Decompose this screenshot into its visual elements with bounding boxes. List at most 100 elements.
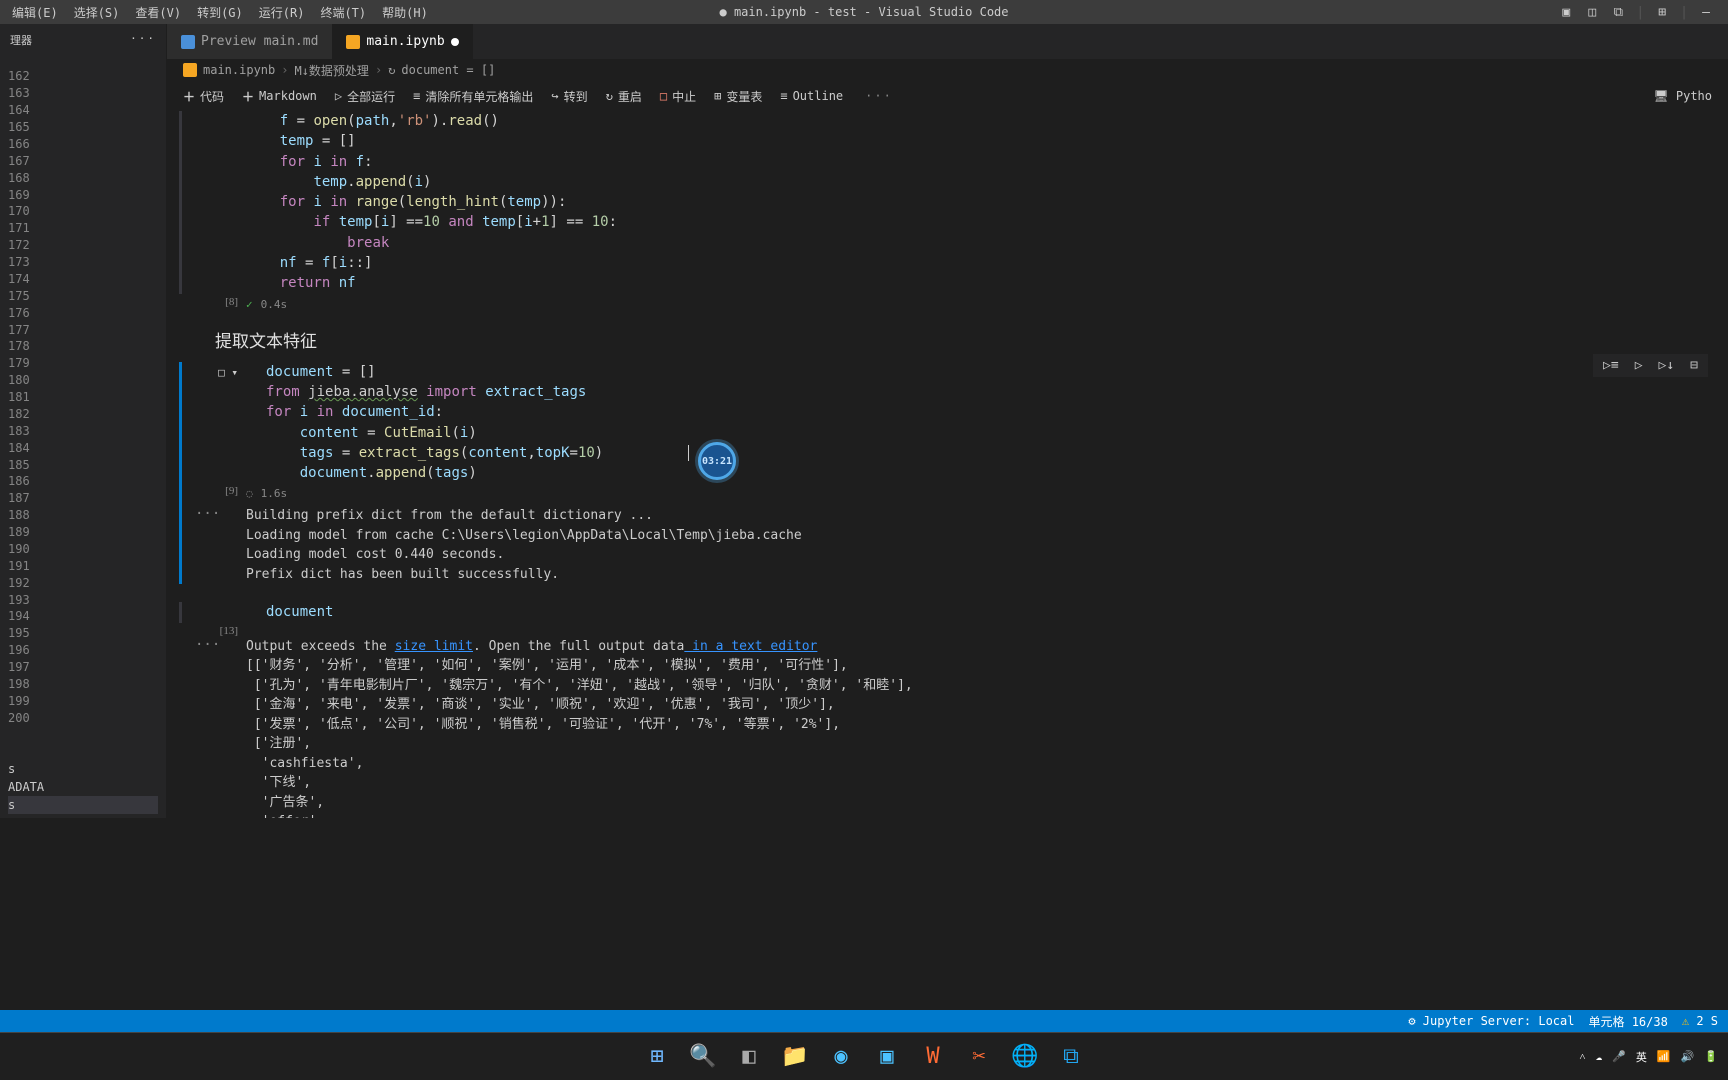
tencent-icon[interactable]: ▣ xyxy=(867,1037,907,1077)
line-number[interactable]: 164 xyxy=(4,102,166,119)
menu-run[interactable]: 运行(R) xyxy=(251,1,313,24)
line-number[interactable]: 191 xyxy=(4,557,166,574)
size-limit-link[interactable]: size limit xyxy=(395,639,473,654)
line-number[interactable]: 196 xyxy=(4,642,166,659)
line-number[interactable]: 171 xyxy=(4,220,166,237)
menu-view[interactable]: 查看(V) xyxy=(127,1,189,24)
line-number[interactable]: 162 xyxy=(4,68,166,85)
line-number[interactable]: 195 xyxy=(4,625,166,642)
edge-browser-icon[interactable]: 🌐 xyxy=(1005,1037,1045,1077)
line-number[interactable]: 200 xyxy=(4,709,166,726)
wps-icon[interactable]: W xyxy=(913,1037,953,1077)
menu-help[interactable]: 帮助(H) xyxy=(374,1,436,24)
outline-button[interactable]: ≡Outline xyxy=(780,89,843,103)
line-number[interactable]: 187 xyxy=(4,490,166,507)
text-editor-link[interactable]: in a text editor xyxy=(684,639,817,654)
menu-select[interactable]: 选择(S) xyxy=(66,1,128,24)
split-icon[interactable]: ⧉ xyxy=(1610,4,1626,20)
task-view-button[interactable]: ◧ xyxy=(729,1037,769,1077)
line-number[interactable]: 190 xyxy=(4,541,166,558)
line-number[interactable]: 193 xyxy=(4,591,166,608)
network-icon[interactable]: 📶 xyxy=(1657,1050,1671,1063)
code-cell-1[interactable]: f = open(path,'rb').read() temp = [] for… xyxy=(246,111,1728,294)
explorer-icon[interactable]: 📁 xyxy=(775,1037,815,1077)
line-number[interactable]: 173 xyxy=(4,254,166,271)
line-number[interactable]: 174 xyxy=(4,271,166,288)
split-cell-icon[interactable]: ⊟ xyxy=(1686,356,1702,375)
edge-icon[interactable]: ◉ xyxy=(821,1037,861,1077)
layout-icon[interactable]: ▣ xyxy=(1558,4,1574,20)
breadcrumb-file[interactable]: main.ipynb xyxy=(203,63,275,77)
line-number[interactable]: 180 xyxy=(4,372,166,389)
cell-position[interactable]: 单元格 16/38 xyxy=(1588,1013,1667,1030)
line-number[interactable]: 199 xyxy=(4,692,166,709)
line-number[interactable]: 186 xyxy=(4,473,166,490)
line-number[interactable]: 163 xyxy=(4,85,166,102)
sidebar-footer-2[interactable]: ADATA xyxy=(8,778,158,796)
line-number[interactable]: 170 xyxy=(4,203,166,220)
line-number[interactable]: 185 xyxy=(4,456,166,473)
collapse-output-icon[interactable]: ··· xyxy=(195,637,220,653)
tab-main-ipynb[interactable]: main.ipynb xyxy=(332,24,472,59)
line-number[interactable]: 177 xyxy=(4,321,166,338)
add-code-button[interactable]: ＋代码 xyxy=(183,88,224,105)
interrupt-button[interactable]: □中止 xyxy=(660,88,696,105)
warning-status[interactable]: ⚠ 2 S xyxy=(1682,1014,1718,1028)
sidebar-more-icon[interactable]: ··· xyxy=(130,32,156,54)
tray-chevron-icon[interactable]: ˄ xyxy=(1579,1050,1585,1063)
line-number[interactable]: 175 xyxy=(4,287,166,304)
run-all-button[interactable]: ▷全部运行 xyxy=(335,88,395,105)
breadcrumb-part2[interactable]: document = [] xyxy=(401,63,495,77)
outline-line-list[interactable]: 1621631641651661671681691701711721731741… xyxy=(0,68,166,726)
mic-icon[interactable]: 🎤 xyxy=(1612,1050,1626,1063)
snip-icon[interactable]: ✂ xyxy=(959,1037,999,1077)
line-number[interactable]: 182 xyxy=(4,406,166,423)
menu-goto[interactable]: 转到(G) xyxy=(189,1,251,24)
line-number[interactable]: 165 xyxy=(4,119,166,136)
line-number[interactable]: 167 xyxy=(4,152,166,169)
add-markdown-button[interactable]: ＋Markdown xyxy=(242,88,317,105)
line-number[interactable]: 169 xyxy=(4,186,166,203)
code-cell-3[interactable]: document xyxy=(246,602,1728,622)
ime-indicator[interactable]: 英 xyxy=(1636,1049,1647,1065)
line-number[interactable]: 179 xyxy=(4,355,166,372)
line-number[interactable]: 172 xyxy=(4,237,166,254)
onedrive-icon[interactable]: ☁ xyxy=(1596,1050,1603,1063)
line-number[interactable]: 188 xyxy=(4,507,166,524)
restart-button[interactable]: ↻重启 xyxy=(606,88,642,105)
execute-above-icon[interactable]: ▷ xyxy=(1631,356,1647,375)
jupyter-server-status[interactable]: ⚙ Jupyter Server: Local xyxy=(1408,1014,1574,1028)
sidebar-footer-1[interactable]: s xyxy=(8,760,158,778)
breadcrumb-part1[interactable]: M↓数据预处理 xyxy=(294,62,368,79)
line-number[interactable]: 166 xyxy=(4,136,166,153)
tab-preview-md[interactable]: Preview main.md xyxy=(167,24,332,59)
stop-icon[interactable]: □ ▾ xyxy=(218,366,238,484)
line-number[interactable]: 192 xyxy=(4,574,166,591)
line-number[interactable]: 183 xyxy=(4,422,166,439)
menu-terminal[interactable]: 终端(T) xyxy=(312,1,374,24)
minimize-icon[interactable]: — xyxy=(1698,4,1714,20)
variables-button[interactable]: ⊞变量表 xyxy=(714,88,762,105)
line-number[interactable]: 178 xyxy=(4,338,166,355)
line-number[interactable]: 194 xyxy=(4,608,166,625)
menu-edit[interactable]: 编辑(E) xyxy=(4,1,66,24)
execute-below-icon[interactable]: ▷↓ xyxy=(1655,356,1679,375)
line-number[interactable]: 198 xyxy=(4,676,166,693)
toolbar-more-icon[interactable]: ··· xyxy=(865,89,893,103)
panel-icon[interactable]: ◫ xyxy=(1584,4,1600,20)
kernel-indicator[interactable]: 🖥 Pytho xyxy=(1653,89,1712,103)
start-button[interactable]: ⊞ xyxy=(637,1037,677,1077)
line-number[interactable]: 181 xyxy=(4,389,166,406)
line-number[interactable]: 176 xyxy=(4,304,166,321)
notebook-content[interactable]: f = open(path,'rb').read() temp = [] for… xyxy=(167,111,1728,818)
battery-icon[interactable]: 🔋 xyxy=(1704,1050,1718,1063)
line-number[interactable]: 189 xyxy=(4,524,166,541)
markdown-heading[interactable]: 提取文本特征 xyxy=(179,317,1728,362)
volume-icon[interactable]: 🔊 xyxy=(1681,1050,1695,1063)
goto-button[interactable]: ↪转到 xyxy=(551,88,587,105)
line-number[interactable]: 197 xyxy=(4,659,166,676)
line-number[interactable]: 168 xyxy=(4,169,166,186)
sidebar-footer-3[interactable]: s xyxy=(8,796,158,814)
vscode-icon[interactable]: ⧉ xyxy=(1051,1037,1091,1077)
line-number[interactable]: 184 xyxy=(4,439,166,456)
